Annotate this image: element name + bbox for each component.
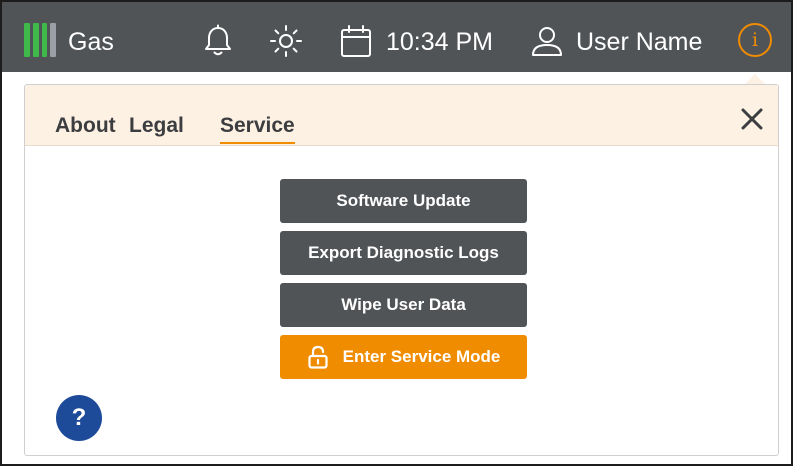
tab-legal[interactable]: Legal [129, 112, 184, 142]
gas-bar-1 [24, 23, 30, 57]
user-icon[interactable] [530, 25, 564, 57]
gas-label: Gas [68, 28, 114, 56]
dialog-tab-bar: About Legal Service [25, 85, 778, 146]
software-update-label: Software Update [336, 191, 471, 210]
bell-icon[interactable] [202, 24, 234, 58]
gas-bar-3 [41, 23, 48, 57]
wipe-user-data-button[interactable]: Wipe User Data [280, 283, 527, 327]
info-button[interactable]: i [738, 23, 772, 57]
sun-icon[interactable] [268, 24, 304, 58]
app-frame: Gas 10:34 PM User Name i About Legal Ser… [0, 0, 793, 466]
close-icon[interactable] [735, 102, 769, 136]
tab-about[interactable]: About [55, 112, 116, 142]
enter-service-mode-button[interactable]: Enter Service Mode [280, 335, 527, 379]
wipe-user-data-label: Wipe User Data [341, 295, 466, 314]
info-icon: i [751, 28, 759, 51]
gas-bar-2 [32, 23, 39, 57]
status-bar: Gas 10:34 PM User Name i [2, 2, 791, 72]
software-update-button[interactable]: Software Update [280, 179, 527, 223]
enter-service-mode-label: Enter Service Mode [342, 347, 501, 366]
clock-time: 10:34 PM [386, 28, 494, 56]
export-diagnostic-logs-button[interactable]: Export Diagnostic Logs [280, 231, 527, 275]
export-diagnostic-logs-label: Export Diagnostic Logs [308, 243, 499, 262]
help-button[interactable]: ? [56, 395, 102, 441]
gas-bar-4 [50, 23, 56, 57]
lock-icon [308, 345, 328, 369]
info-dialog: About Legal Service Software Update Expo… [24, 84, 779, 456]
user-name[interactable]: User Name [576, 27, 702, 57]
calendar-icon[interactable] [338, 24, 374, 58]
tab-service[interactable]: Service [220, 112, 295, 144]
gas-level-icon [24, 23, 56, 57]
help-icon: ? [71, 404, 87, 431]
